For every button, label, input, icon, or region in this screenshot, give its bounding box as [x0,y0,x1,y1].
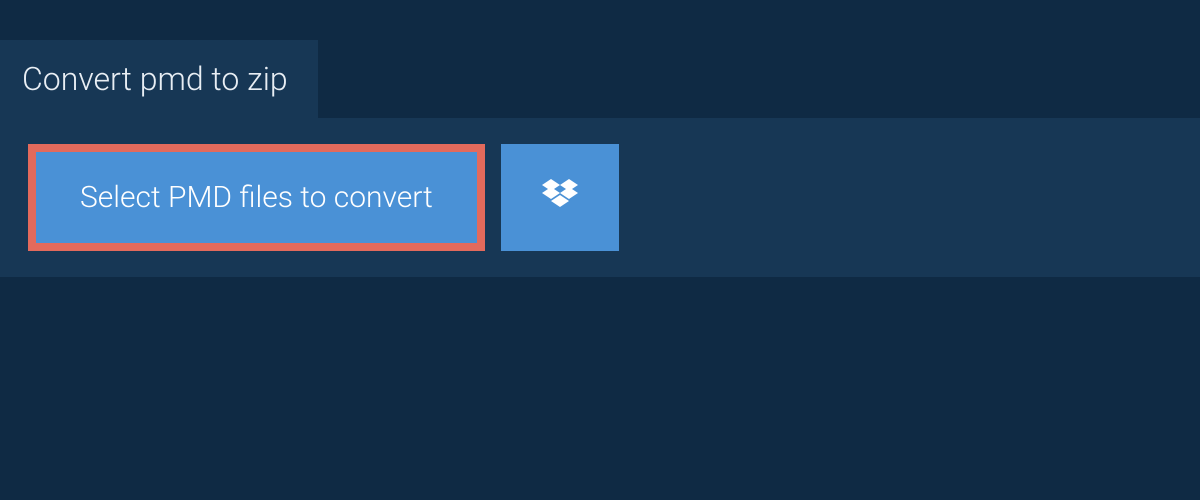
page-tab: Convert pmd to zip [0,40,318,118]
button-row: Select PMD files to convert [28,144,1172,251]
dropbox-icon [542,179,578,217]
select-files-label: Select PMD files to convert [80,180,433,215]
page-title: Convert pmd to zip [22,60,288,98]
dropbox-button[interactable] [501,144,619,251]
select-files-button[interactable]: Select PMD files to convert [28,144,485,251]
main-panel: Select PMD files to convert [0,118,1200,277]
